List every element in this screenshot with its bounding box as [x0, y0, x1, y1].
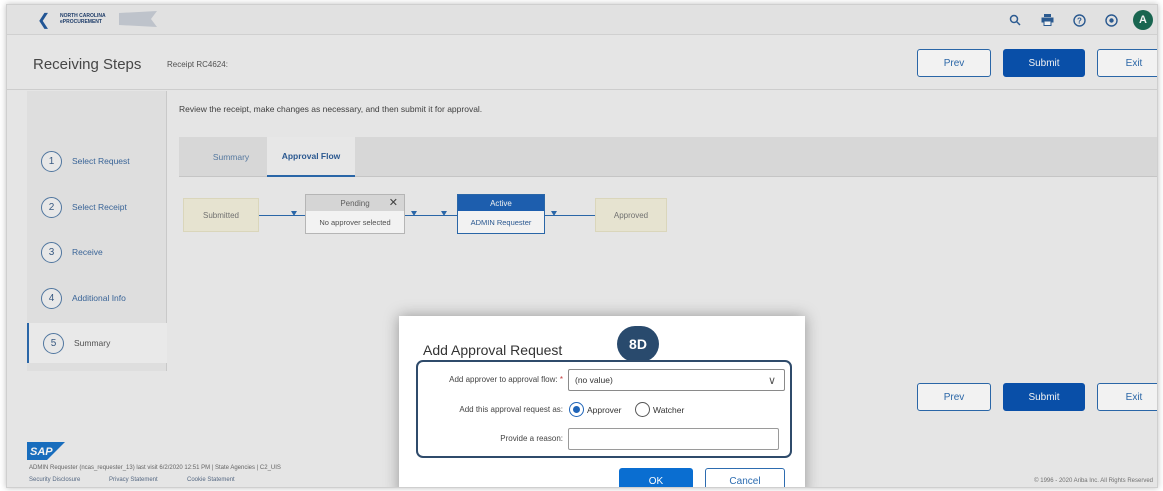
required-mark: *	[559, 375, 563, 384]
chevron-down-icon: ∨	[767, 375, 776, 387]
add-approval-request-dialog: Add Approval Request 8D Add approver to …	[399, 316, 805, 487]
approver-radio-label[interactable]: Approver	[587, 405, 622, 415]
app-frame: ❮ NORTH CAROLINA ePROCUREMENT ? A Receiv…	[6, 4, 1158, 488]
approver-select[interactable]: (no value) ∨	[568, 369, 785, 391]
approver-select-value: (no value)	[575, 375, 613, 385]
reason-input[interactable]	[568, 428, 779, 450]
watcher-radio[interactable]	[635, 402, 650, 417]
cancel-button[interactable]: Cancel	[705, 468, 785, 487]
reason-label: Provide a reason:	[500, 434, 563, 443]
approver-radio[interactable]	[569, 402, 584, 417]
watcher-radio-label[interactable]: Watcher	[653, 405, 684, 415]
step-badge: 8D	[617, 326, 659, 362]
approver-flow-label-text: Add approver to approval flow:	[449, 375, 558, 384]
approver-flow-label: Add approver to approval flow: *	[423, 375, 563, 384]
dialog-title: Add Approval Request	[423, 342, 563, 358]
add-as-label: Add this approval request as:	[459, 405, 563, 414]
ok-button[interactable]: OK	[619, 468, 693, 487]
